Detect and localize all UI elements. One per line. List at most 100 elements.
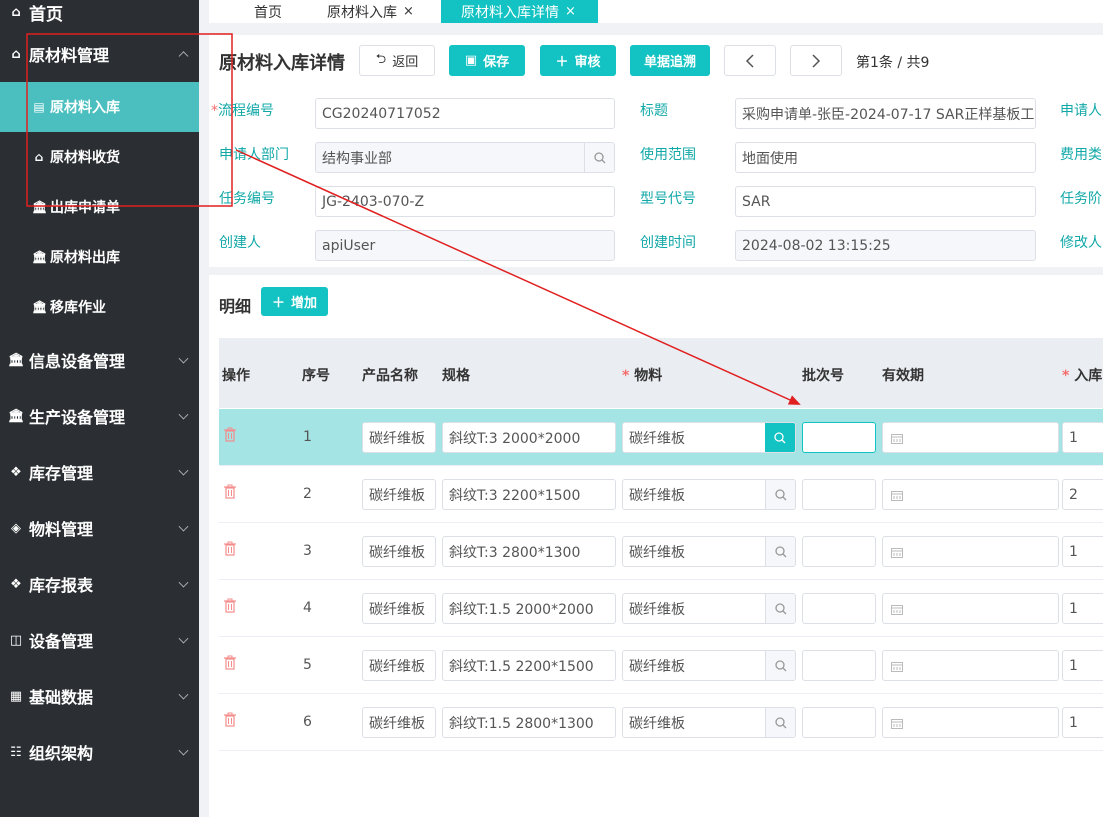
sidebar-group-inventory[interactable]: ❖ 库存管理 [0,444,199,500]
search-icon[interactable] [765,423,795,452]
product-name-input[interactable]: 碳纤维板 [362,650,436,681]
row-seq: 6 [303,714,312,730]
next-record-button[interactable] [790,45,842,76]
quantity-input[interactable]: 1 [1062,593,1103,624]
scope-field[interactable]: 地面使用 [735,142,1036,173]
chevron-up-icon [178,51,189,62]
quantity-input[interactable]: 2 [1062,479,1103,510]
material-input[interactable]: 碳纤维板 [622,650,796,681]
expiry-date-input[interactable] [882,422,1059,453]
quantity-input[interactable]: 1 [1062,422,1103,453]
material-input[interactable]: 碳纤维板 [622,536,796,567]
product-name-input[interactable]: 碳纤维板 [362,479,436,510]
material-input[interactable]: 碳纤维板 [622,593,796,624]
tab-raw-material-inbound[interactable]: 原材料入库 × [327,0,414,23]
dept-field[interactable]: 结构事业部 [315,142,615,173]
table-row: 5 碳纤维板 斜纹T:1.5 2200*1500 碳纤维板 1 [219,637,1103,694]
product-name-input[interactable]: 碳纤维板 [362,707,436,738]
sidebar-group-raw-material[interactable]: ⌂ 原材料管理 [0,26,199,82]
sidebar-group-production-device[interactable]: 🏛 生产设备管理 [0,388,199,444]
expiry-date-input[interactable] [882,536,1059,567]
close-icon[interactable]: × [403,4,414,19]
required-mark: * [211,103,218,119]
sidebar-item-label: 出库申请单 [50,200,120,216]
expiry-date-input[interactable] [882,593,1059,624]
spec-input[interactable]: 斜纹T:3 2000*2000 [442,422,616,453]
save-button[interactable]: ▣ 保存 [449,45,525,76]
quantity-input[interactable]: 1 [1062,707,1103,738]
delete-icon[interactable] [223,427,237,446]
tab-raw-material-inbound-detail[interactable]: 原材料入库详情 × [441,0,598,23]
back-button[interactable]: ⮌ 返回 [359,45,435,76]
search-icon[interactable] [765,651,795,680]
calendar-icon [891,717,903,733]
batch-no-input[interactable] [802,707,876,738]
sidebar-group-label: 设备管理 [29,632,94,651]
chevron-down-icon [178,577,189,588]
approve-button[interactable]: ＋ 审核 [540,45,616,76]
material-input[interactable]: 碳纤维板 [622,707,796,738]
search-icon[interactable] [765,708,795,737]
delete-icon[interactable] [223,655,237,674]
sidebar-group-base-data[interactable]: ▦ 基础数据 [0,668,199,724]
sidebar-group-org[interactable]: ☷ 组织架构 [0,724,199,780]
search-icon[interactable] [765,594,795,623]
delete-icon[interactable] [223,598,237,617]
add-row-label: 增加 [291,296,318,311]
product-name-input[interactable]: 碳纤维板 [362,422,436,453]
spec-input[interactable]: 斜纹T:1.5 2000*2000 [442,593,616,624]
material-input[interactable]: 碳纤维板 [622,422,796,453]
product-name-input[interactable]: 碳纤维板 [362,593,436,624]
spec-input[interactable]: 斜纹T:1.5 2200*1500 [442,650,616,681]
flow-no-field[interactable]: CG20240717052 [315,98,615,129]
batch-no-input[interactable] [802,650,876,681]
close-icon[interactable]: × [565,4,576,19]
sidebar-group-inventory-report[interactable]: ❖ 库存报表 [0,556,199,612]
search-icon[interactable] [765,480,795,509]
title-label: 标题 [640,103,668,119]
spec-input[interactable]: 斜纹T:3 2200*1500 [442,479,616,510]
product-name-value: 碳纤维板 [369,487,425,504]
material-input[interactable]: 碳纤维板 [622,479,796,510]
sidebar-item-raw-material-inbound[interactable]: ▤ 原材料入库 [0,82,199,132]
delete-icon[interactable] [223,484,237,503]
chevron-down-icon [178,521,189,532]
sidebar-item-outbound-request[interactable]: 🏛 出库申请单 [0,182,199,232]
delete-icon[interactable] [223,541,237,560]
title-field[interactable]: 采购申请单-张臣-2024-07-17 SAR正样基板工 [735,98,1036,129]
spec-input[interactable]: 斜纹T:3 2800*1300 [442,536,616,567]
bank-icon: 🏛 [8,408,25,424]
trace-button[interactable]: 单据追溯 [630,45,710,76]
title-value: 采购申请单-张臣-2024-07-17 SAR正样基板工 [742,106,1035,123]
tab-home[interactable]: 首页 [254,0,282,23]
sidebar-item-raw-material-receipt[interactable]: ⌂ 原材料收货 [0,132,199,182]
batch-no-input[interactable] [802,479,876,510]
prev-record-button[interactable] [724,45,776,76]
search-icon[interactable] [584,143,614,172]
sidebar-item-home[interactable]: ⌂ 首页 [0,0,199,26]
delete-icon[interactable] [223,712,237,731]
task-no-field[interactable]: JG-2403-070-Z [315,186,615,217]
add-row-button[interactable]: ＋ 增加 [261,287,328,316]
sidebar-item-transfer[interactable]: 🏛 移库作业 [0,282,199,332]
product-name-input[interactable]: 碳纤维板 [362,536,436,567]
spec-input[interactable]: 斜纹T:1.5 2800*1300 [442,707,616,738]
material-value: 碳纤维板 [629,601,685,618]
batch-no-input[interactable] [802,536,876,567]
model-value: SAR [742,193,771,210]
search-icon[interactable] [765,537,795,566]
expiry-date-input[interactable] [882,707,1059,738]
sidebar-item-raw-material-outbound[interactable]: 🏛 原材料出库 [0,232,199,282]
table-icon: ▦ [9,688,23,704]
quantity-input[interactable]: 1 [1062,536,1103,567]
sidebar-group-info-device[interactable]: 🏛 信息设备管理 [0,332,199,388]
model-field[interactable]: SAR [735,186,1036,217]
batch-no-input[interactable] [802,593,876,624]
quantity-input[interactable]: 1 [1062,650,1103,681]
bank-icon: 🏛 [32,200,48,214]
expiry-date-input[interactable] [882,650,1059,681]
expiry-date-input[interactable] [882,479,1059,510]
sidebar-group-materials[interactable]: ◈ 物料管理 [0,500,199,556]
sidebar-group-equipment[interactable]: ◫ 设备管理 [0,612,199,668]
batch-no-input[interactable] [802,422,876,453]
